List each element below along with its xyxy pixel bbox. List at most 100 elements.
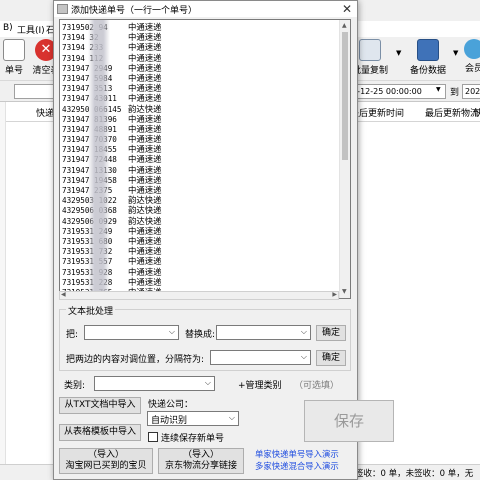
courier-name: 中通速递	[128, 256, 162, 267]
chevron-down-icon[interactable]: ▼	[453, 49, 458, 57]
courier-name: 中通速递	[128, 32, 162, 43]
privacy-blur	[88, 20, 110, 298]
swap-label: 把两边的内容对调位置，分隔符为:	[66, 355, 205, 365]
import-taobao-button[interactable]: （导入） 淘宝网已买到的宝贝	[59, 448, 153, 474]
document-icon	[3, 39, 25, 61]
col-header-last-update-time[interactable]: 最后更新时间	[350, 106, 404, 119]
separator-combo[interactable]: ⌵	[210, 350, 311, 365]
continue-save-checkbox[interactable]	[148, 432, 158, 442]
menu-item-b[interactable]: B)	[3, 23, 13, 33]
vertical-scrollbar[interactable]: ▲ ▼	[339, 20, 350, 298]
col-header-courier[interactable]: 快递	[36, 106, 54, 119]
dialog-title: 添加快递单号（一行一个单号）	[71, 6, 198, 16]
toolbar-backup-button[interactable]: 备份数据	[404, 39, 452, 79]
chevron-down-icon[interactable]: ▼	[396, 49, 401, 57]
courier-name: 中通速递	[128, 266, 162, 277]
chevron-down-icon[interactable]: ⌵	[229, 413, 235, 423]
courier-name: 中通速递	[128, 72, 162, 83]
scroll-up-icon[interactable]: ▲	[342, 22, 347, 29]
category-label: 类别:	[64, 381, 86, 391]
toolbar-backup-label: 备份数据	[409, 66, 446, 76]
tracking-number-textarea[interactable]: 7319502 94 中通速递 73194 32 中通速递 73194 233 中通速递 7…	[59, 19, 351, 299]
import-jd-button[interactable]: （导入） 京东物流分享链接	[158, 448, 244, 474]
courier-name: 中通速递	[128, 185, 162, 195]
scroll-thumb[interactable]	[342, 32, 348, 160]
app-icon	[57, 4, 68, 14]
courier-name: 中通速递	[128, 134, 162, 145]
courier-name: 中通速递	[128, 164, 162, 175]
replace-to-label: 替换成:	[185, 330, 216, 340]
floppy-disk-icon	[417, 39, 439, 61]
scroll-right-icon[interactable]: ▶	[332, 291, 337, 298]
date-from-field[interactable]: 22-12-25 00:00:00	[343, 84, 446, 99]
courier-name: 中通速递	[128, 174, 162, 185]
courier-combo[interactable]: 自动识别 ⌵	[147, 411, 239, 426]
courier-name: 中通速递	[128, 276, 162, 287]
col-header-extra[interactable]: 快	[474, 106, 480, 119]
status-text: 签收：0 单，未签收：0 单，无	[355, 469, 474, 479]
manage-category-link[interactable]: +管理类别	[238, 378, 282, 391]
import-taobao-line1: （导入）	[87, 450, 124, 460]
import-txt-button[interactable]: 从TXT文档中导入	[59, 397, 141, 414]
grid-row-header	[0, 102, 6, 465]
add-tracking-dialog: 添加快递单号（一行一个单号） ✕ 7319502 94 中通速递 73194 32 中…	[53, 0, 394, 480]
courier-name: 韵达快递	[128, 215, 162, 226]
date-to-value: 2022	[465, 87, 480, 96]
chevron-down-icon[interactable]: ⌵	[169, 327, 175, 337]
chevron-down-icon[interactable]: ⌵	[301, 327, 307, 337]
category-combo[interactable]: ⌵	[94, 376, 215, 391]
menu-item-tools[interactable]: 工具(I)	[17, 23, 45, 36]
date-to-field[interactable]: 2022	[462, 84, 480, 99]
chevron-down-icon[interactable]: ⌵	[205, 378, 211, 388]
text-processing-legend: 文本批处理	[66, 304, 116, 317]
horizontal-scrollbar[interactable]: ◀ ▶	[59, 291, 339, 300]
courier-name: 韵达快递	[128, 103, 162, 114]
import-excel-button[interactable]: 从表格模板中导入	[59, 424, 141, 441]
single-import-demo-link[interactable]: 单家快递单号导入演示	[255, 448, 339, 460]
courier-name: 中通速递	[128, 83, 162, 94]
courier-name: 中通速递	[128, 62, 162, 73]
replace-confirm-button[interactable]: 确定	[316, 325, 346, 341]
chevron-down-icon[interactable]: ▼	[436, 86, 441, 93]
courier-name: 中通速递	[128, 154, 162, 165]
left-filter-field[interactable]	[14, 84, 54, 99]
import-taobao-line2: 淘宝网已买到的宝贝	[65, 461, 147, 471]
replace-from-combo[interactable]: ⌵	[84, 325, 179, 340]
courier-value: 自动识别	[151, 416, 188, 426]
scroll-down-icon[interactable]: ▼	[342, 288, 347, 295]
import-jd-line1: （导入）	[182, 450, 219, 460]
toolbar-add-label: 单号	[4, 66, 23, 76]
globe-icon	[464, 39, 480, 59]
date-from-value: 22-12-25 00:00:00	[347, 87, 422, 96]
copy-docs-icon	[359, 39, 381, 61]
dialog-titlebar: 添加快递单号（一行一个单号） ✕	[54, 1, 357, 17]
courier-name: 中通速递	[128, 246, 162, 257]
toolbar-member-label: 会员	[464, 64, 480, 74]
courier-name: 韵达快递	[128, 195, 162, 206]
text-processing-group: 文本批处理 把: ⌵ 替换成: ⌵ 确定 把两边的内容对调位置，分隔符为: ⌵ …	[59, 304, 351, 371]
mixed-import-demo-link[interactable]: 多家快递混合导入演示	[255, 460, 339, 472]
courier-label: 快递公司：	[148, 400, 194, 410]
courier-name: 中通速递	[128, 123, 162, 134]
scroll-left-icon[interactable]: ◀	[61, 291, 66, 298]
courier-name: 中通速递	[128, 22, 162, 32]
date-to-label: 到	[450, 88, 460, 98]
courier-name: 中通速递	[128, 144, 162, 155]
courier-name: 中通速递	[128, 113, 162, 124]
optional-hint: （可选填）	[294, 381, 340, 391]
courier-name: 中通速递	[128, 225, 162, 236]
swap-confirm-button[interactable]: 确定	[316, 350, 346, 366]
toolbar-member-button[interactable]: 会员	[459, 39, 480, 79]
col-header-last-logistics[interactable]: 最后更新物流	[425, 106, 479, 119]
replace-to-combo[interactable]: ⌵	[216, 325, 311, 340]
courier-name: 中通速递	[128, 235, 162, 246]
replace-from-label: 把:	[66, 330, 79, 340]
courier-name: 韵达快递	[128, 205, 162, 216]
courier-name: 中通速递	[128, 93, 162, 104]
save-button[interactable]: 保存	[304, 400, 394, 442]
courier-name: 中通速递	[128, 42, 162, 53]
chevron-down-icon[interactable]: ⌵	[301, 352, 307, 362]
close-icon[interactable]: ✕	[342, 1, 352, 17]
continue-save-label: 连续保存新单号	[161, 434, 225, 444]
import-jd-line2: 京东物流分享链接	[164, 461, 237, 471]
